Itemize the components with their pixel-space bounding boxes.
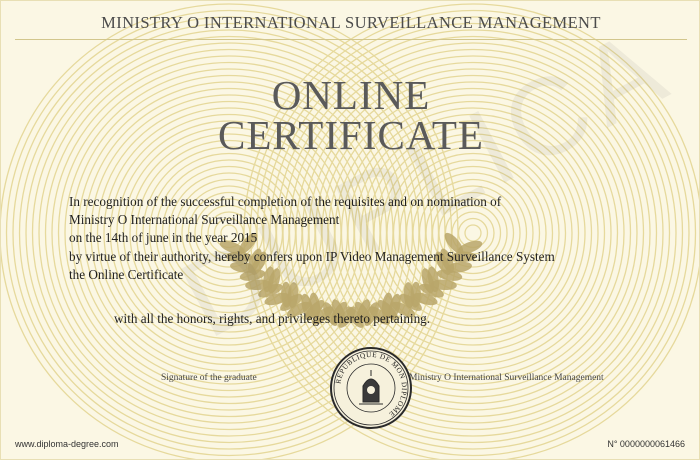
official-seal-icon: REPUBLIQUE DE MON DIPLOME [330,347,412,429]
body-line: by virtue of their authority, hereby con… [69,248,555,264]
title-line-2: CERTIFICATE [218,112,484,158]
signature-graduate-label: Signature of the graduate [161,373,257,383]
issuer-header: MINISTRY O INTERNATIONAL SURVEILLANCE MA… [101,13,601,32]
certificate-body: In recognition of the successful complet… [69,193,629,284]
header-divider [15,39,687,40]
certificate-number: N° 0000000061466 [607,439,685,449]
signature-issuer-label: Ministry O International Surveillance Ma… [409,373,604,383]
body-line: Ministry O International Surveillance Ma… [69,212,340,228]
body-line: on the 14th of june in the year 2015 [69,230,258,246]
honors-line: with all the honors, rights, and privile… [114,311,431,326]
title-line-1: ONLINE [271,72,431,118]
website-link[interactable]: www.diploma-degree.com [15,439,119,449]
body-line: the Online Certificate [69,266,184,282]
certificate: DUPLICA MINISTRY O INTERNATIONAL SURVEIL… [0,0,700,460]
certificate-title: ONLINE CERTIFICATE [1,72,699,158]
body-line: In recognition of the successful complet… [69,194,502,209]
